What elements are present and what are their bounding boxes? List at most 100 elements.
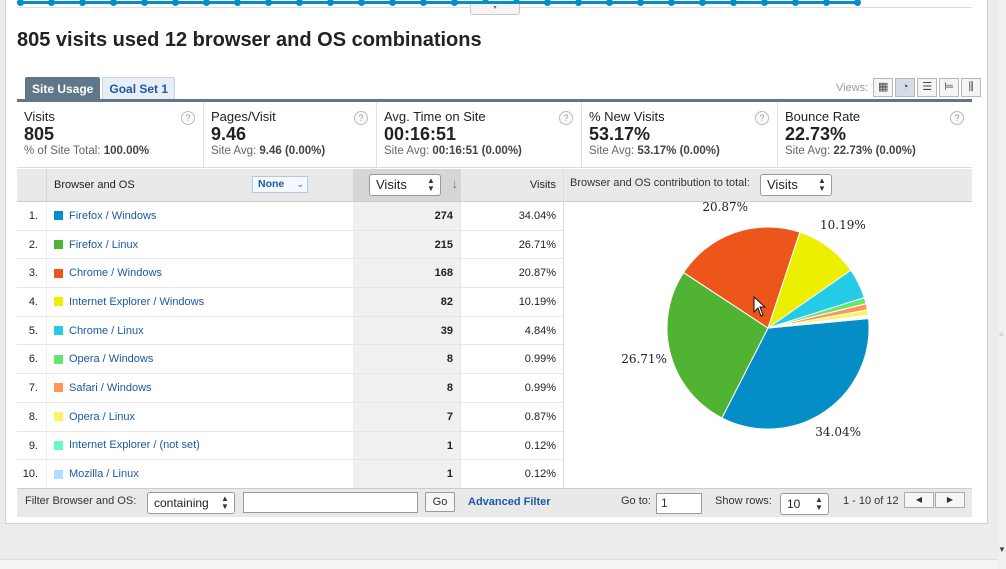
visits-value: 274 xyxy=(354,202,461,230)
timeline-point xyxy=(141,0,148,6)
select-arrows-icon: ▲ ▼ xyxy=(427,176,435,193)
row-number: 10. xyxy=(17,460,47,488)
pie-header: Browser and OS contribution to total: Vi… xyxy=(564,169,972,202)
table-row: 2. Firefox / Linux 215 26.71% xyxy=(17,230,563,260)
previous-page-button[interactable]: ◀ xyxy=(904,492,934,508)
visits-percent: 0.99% xyxy=(524,353,556,366)
bar-view-icon[interactable]: ☰ xyxy=(917,78,938,97)
legend-swatch xyxy=(54,440,63,450)
filter-input[interactable] xyxy=(243,492,418,513)
timeline-point xyxy=(575,0,582,6)
table-row: 8. Opera / Linux 7 0.87% xyxy=(17,402,563,432)
row-number: 6. xyxy=(17,345,47,374)
dimension-link[interactable]: Mozilla / Linux xyxy=(69,468,139,480)
row-number: 9. xyxy=(17,431,47,460)
vertical-scrollbar[interactable]: ≡ ▼ xyxy=(998,0,1006,569)
timeline-drag-handle[interactable]: ▾ xyxy=(470,4,520,15)
scorecard-sub-label: Site Avg: xyxy=(384,145,430,157)
help-icon[interactable]: ? xyxy=(950,111,964,125)
timeline-point xyxy=(699,0,706,6)
timeline-point xyxy=(544,0,551,6)
dimension-link[interactable]: Firefox / Linux xyxy=(69,239,138,251)
timeline-point xyxy=(327,0,334,6)
dimension-link[interactable]: Firefox / Windows xyxy=(69,210,156,222)
dimension-link[interactable]: Opera / Linux xyxy=(69,411,135,423)
dimension-cell: Firefox / Windows xyxy=(47,202,354,230)
table-footer: Filter Browser and OS: containing ▲ ▼ Go A… xyxy=(17,488,972,517)
dimension-link[interactable]: Chrome / Windows xyxy=(69,267,162,279)
dimension-cell: Internet Explorer / (not set) xyxy=(47,431,354,460)
pie-metric-select[interactable]: Visits ▲ ▼ xyxy=(760,174,832,196)
advanced-filter-link[interactable]: Advanced Filter xyxy=(468,496,551,508)
next-page-button[interactable]: ▶ xyxy=(935,492,965,508)
show-rows-select[interactable]: 10 ▲ ▼ xyxy=(780,493,829,515)
scorecard-value: 53.17% xyxy=(589,124,651,144)
timeline-point xyxy=(110,0,117,6)
sort-descending-icon[interactable]: ↓ xyxy=(452,176,459,191)
goto-label: Go to: xyxy=(621,495,651,507)
legend-swatch xyxy=(54,383,63,393)
dimension-link[interactable]: Chrome / Linux xyxy=(69,325,144,337)
help-icon[interactable]: ? xyxy=(755,111,769,125)
visits-value: 82 xyxy=(354,288,461,316)
dimension-link[interactable]: Internet Explorer / Windows xyxy=(69,296,204,308)
dimension-header: Browser and OS None ⌄ xyxy=(47,169,354,201)
tab-site-usage[interactable]: Site Usage xyxy=(25,77,101,99)
visits-percent: 0.87% xyxy=(524,410,556,423)
data-table: Browser and OS None ⌄ Visits ▲ ▼ ↓ Visits 1… xyxy=(17,169,563,489)
help-icon[interactable]: ? xyxy=(559,111,573,125)
help-icon[interactable]: ? xyxy=(354,111,368,125)
row-number: 1. xyxy=(17,202,47,230)
percent-header: Visits xyxy=(529,179,556,191)
filter-mode-select[interactable]: containing ▲ ▼ xyxy=(147,492,235,514)
page-title: 805 visits used 12 browser and OS combin… xyxy=(17,29,482,51)
pie-chart[interactable] xyxy=(564,202,973,488)
scorecard-name: Bounce Rate xyxy=(785,109,861,124)
visits-value: 8 xyxy=(354,374,461,402)
dimension-cell: Chrome / Windows xyxy=(47,259,354,288)
legend-swatch xyxy=(54,354,63,364)
help-icon[interactable]: ? xyxy=(181,111,195,125)
metric-sort-header: Visits ▲ ▼ ↓ xyxy=(354,169,461,201)
pie-view-icon[interactable]: ◔ xyxy=(895,78,916,97)
segment-dropdown[interactable]: None ⌄ xyxy=(252,176,308,193)
row-number: 2. xyxy=(17,230,47,259)
timeline-point xyxy=(296,0,303,6)
scorecard-name: Pages/Visit xyxy=(211,109,276,124)
comparison-view-icon[interactable]: ⊨ xyxy=(939,78,960,97)
table-row: 3. Chrome / Windows 168 20.87% xyxy=(17,259,563,289)
timeline-point xyxy=(668,0,675,6)
timeline-point xyxy=(420,0,427,6)
metric-select[interactable]: Visits ▲ ▼ xyxy=(369,174,441,196)
row-number: 7. xyxy=(17,374,47,402)
table-row: 7. Safari / Windows 8 0.99% xyxy=(17,374,563,403)
scorecard-value: 9.46 xyxy=(211,124,247,144)
show-rows-value: 10 xyxy=(787,497,801,511)
horizontal-scrollbar[interactable] xyxy=(0,559,998,569)
visits-value: 39 xyxy=(354,316,461,345)
visits-value: 8 xyxy=(354,345,461,374)
scorecard-value: 805 xyxy=(24,124,55,144)
timeline-point xyxy=(48,0,55,6)
go-button[interactable]: Go xyxy=(425,492,455,512)
scorecards: Visits 805 % of Site Total: 100.00% ? Pa… xyxy=(17,102,972,168)
scorecard-sub: Site Avg: 9.46 (0.00%) xyxy=(211,145,369,157)
table-row: 10. Mozilla / Linux 1 0.12% xyxy=(17,460,563,489)
dimension-link[interactable]: Opera / Windows xyxy=(69,353,153,365)
segment-dropdown-label: None xyxy=(258,178,285,190)
dimension-link[interactable]: Safari / Windows xyxy=(69,382,152,394)
timeline-point xyxy=(792,0,799,6)
pivot-view-icon[interactable]: ⫼ xyxy=(961,78,982,97)
timeline-point xyxy=(234,0,241,6)
grid-view-icon[interactable]: ▦ xyxy=(873,78,894,97)
dimension-link[interactable]: Internet Explorer / (not set) xyxy=(69,439,200,451)
scorecard-value: 22.73% xyxy=(785,124,847,144)
legend-swatch xyxy=(54,326,63,336)
scorecard-sub-label: % of Site Total: xyxy=(24,145,101,157)
timeline-point xyxy=(637,0,644,6)
tab-goal-set-1[interactable]: Goal Set 1 xyxy=(102,77,176,99)
scorecard-sub: Site Avg: 22.73% (0.00%) xyxy=(785,145,965,157)
scroll-down-icon[interactable]: ▼ xyxy=(998,545,1006,559)
timeline-point xyxy=(451,0,458,6)
goto-input[interactable]: 1 xyxy=(656,493,702,514)
